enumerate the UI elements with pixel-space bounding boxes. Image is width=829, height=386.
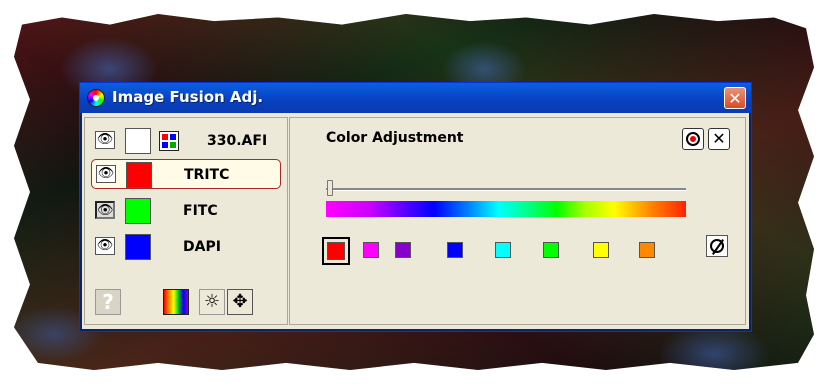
color-preset-orange[interactable] [634,237,662,265]
eye-icon[interactable]: 👁 [95,131,115,149]
no-color-icon[interactable] [706,235,728,257]
eye-icon[interactable]: 👁 [95,201,115,219]
color-preset-purple[interactable] [390,237,418,265]
color-preset-magenta[interactable] [358,237,386,265]
move-icon[interactable]: ✥ [227,289,253,315]
color-preset-blue[interactable] [442,237,470,265]
eye-icon[interactable]: 👁 [96,165,116,183]
section-title: Color Adjustment [326,130,464,146]
color-chip [639,242,655,258]
channel-label: 330.AFI [207,133,268,149]
image-fusion-dialog: Image Fusion Adj. ✕ 👁 330.AFI 👁 TRITC 👁 … [79,82,752,332]
color-chip [593,242,609,258]
color-chip [495,242,511,258]
color-spectrum-bar[interactable] [326,201,686,217]
color-wheel-icon [87,89,105,107]
window-title: Image Fusion Adj. [112,88,264,106]
close-panel-button[interactable]: ✕ [708,128,730,150]
eye-icon[interactable]: 👁 [95,237,115,255]
color-slider-track[interactable] [326,188,686,191]
brightness-icon[interactable]: ☼ [199,289,225,315]
channel-label: FITC [183,203,218,219]
color-chip [543,242,559,258]
channel-color-swatch[interactable] [125,198,151,224]
channel-row-fitc[interactable]: 👁 FITC [91,196,281,226]
channel-color-swatch[interactable] [125,234,151,260]
channel-list-panel: 👁 330.AFI 👁 TRITC 👁 FITC 👁 DAPI ? ☼ ✥ [84,117,288,325]
color-preset-yellow[interactable] [588,237,616,265]
color-preset-red[interactable] [322,237,350,265]
color-preset-cyan[interactable] [490,237,518,265]
multicolor-grid-icon[interactable] [159,131,179,151]
channel-row-dapi[interactable]: 👁 DAPI [91,232,281,262]
color-chip [327,242,345,260]
spectrum-palette-button[interactable] [163,289,189,315]
channel-label: DAPI [183,239,221,255]
title-bar[interactable]: Image Fusion Adj. ✕ [80,83,751,113]
color-chip [363,242,379,258]
color-slider-thumb[interactable] [327,180,333,196]
channel-row-tritc[interactable]: 👁 TRITC [91,159,281,189]
undo-button[interactable]: ? [95,289,121,315]
channel-color-swatch[interactable] [126,162,152,188]
channel-row-330-afi[interactable]: 👁 330.AFI [91,126,281,156]
color-preset-green[interactable] [538,237,566,265]
color-adjustment-panel: Color Adjustment ✕ [289,117,746,325]
color-chip [395,242,411,258]
channel-label: TRITC [184,167,230,183]
color-chip [447,242,463,258]
target-icon[interactable] [682,128,704,150]
close-window-button[interactable]: ✕ [724,87,746,109]
channel-color-swatch[interactable] [125,128,151,154]
